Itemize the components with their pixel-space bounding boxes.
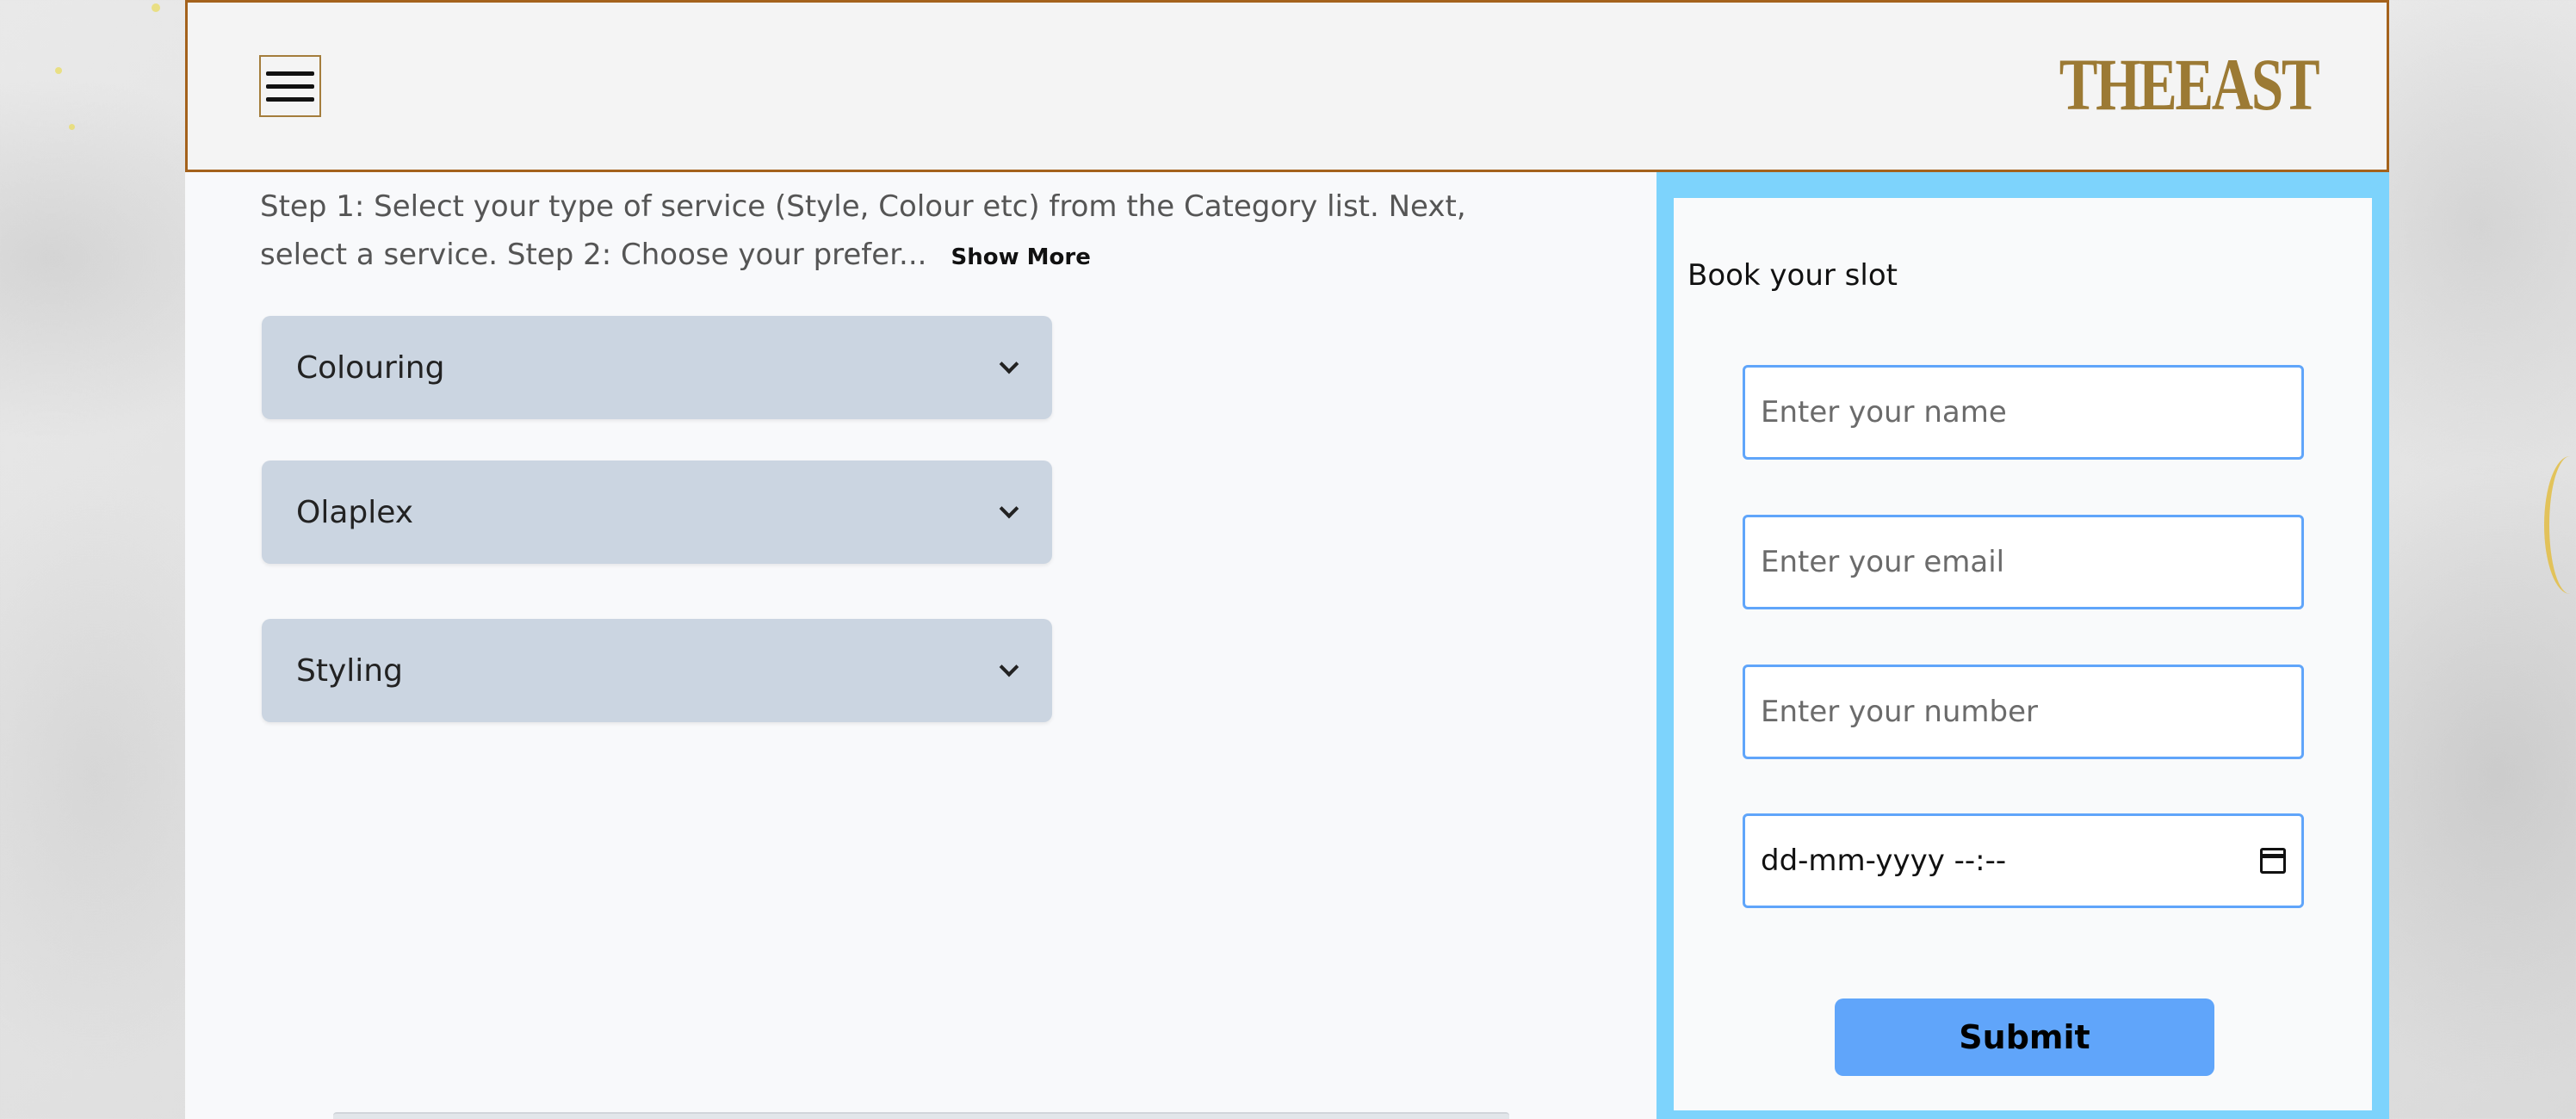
next-section-edge bbox=[333, 1112, 1509, 1119]
booking-panel: Book your slot dd-mm-yyyy --:-- Submit bbox=[1656, 172, 2389, 1119]
background-decoration bbox=[152, 3, 160, 12]
category-olaplex[interactable]: Olaplex bbox=[262, 461, 1052, 564]
booking-title: Book your slot bbox=[1687, 258, 1898, 293]
submit-button[interactable]: Submit bbox=[1835, 998, 2214, 1076]
background-decoration bbox=[2544, 456, 2576, 594]
chevron-down-icon bbox=[999, 354, 1019, 374]
background-decoration bbox=[55, 67, 62, 74]
booking-instructions: Step 1: Select your type of service (Sty… bbox=[260, 182, 1534, 281]
show-more-link[interactable]: Show More bbox=[951, 244, 1090, 270]
calendar-icon[interactable] bbox=[2260, 848, 2286, 874]
category-styling[interactable]: Styling bbox=[262, 619, 1052, 722]
hamburger-menu-icon[interactable] bbox=[259, 55, 321, 117]
category-label: Colouring bbox=[296, 349, 445, 386]
booking-form: Book your slot dd-mm-yyyy --:-- Submit bbox=[1674, 198, 2372, 1110]
chevron-down-icon bbox=[999, 498, 1019, 519]
datetime-placeholder: dd-mm-yyyy --:-- bbox=[1761, 844, 2007, 878]
email-field[interactable] bbox=[1743, 515, 2304, 609]
instructions-text: Step 1: Select your type of service (Sty… bbox=[260, 189, 1466, 272]
category-label: Olaplex bbox=[296, 494, 414, 530]
background-decoration bbox=[69, 124, 75, 130]
site-header: THEEAST bbox=[185, 0, 2389, 172]
category-colouring[interactable]: Colouring bbox=[262, 316, 1052, 419]
chevron-down-icon bbox=[999, 657, 1019, 677]
brand-logo[interactable]: THEEAST bbox=[2059, 47, 2319, 121]
phone-number-field[interactable] bbox=[1743, 665, 2304, 759]
category-label: Styling bbox=[296, 652, 403, 689]
datetime-field[interactable]: dd-mm-yyyy --:-- bbox=[1743, 813, 2304, 908]
name-field[interactable] bbox=[1743, 365, 2304, 460]
